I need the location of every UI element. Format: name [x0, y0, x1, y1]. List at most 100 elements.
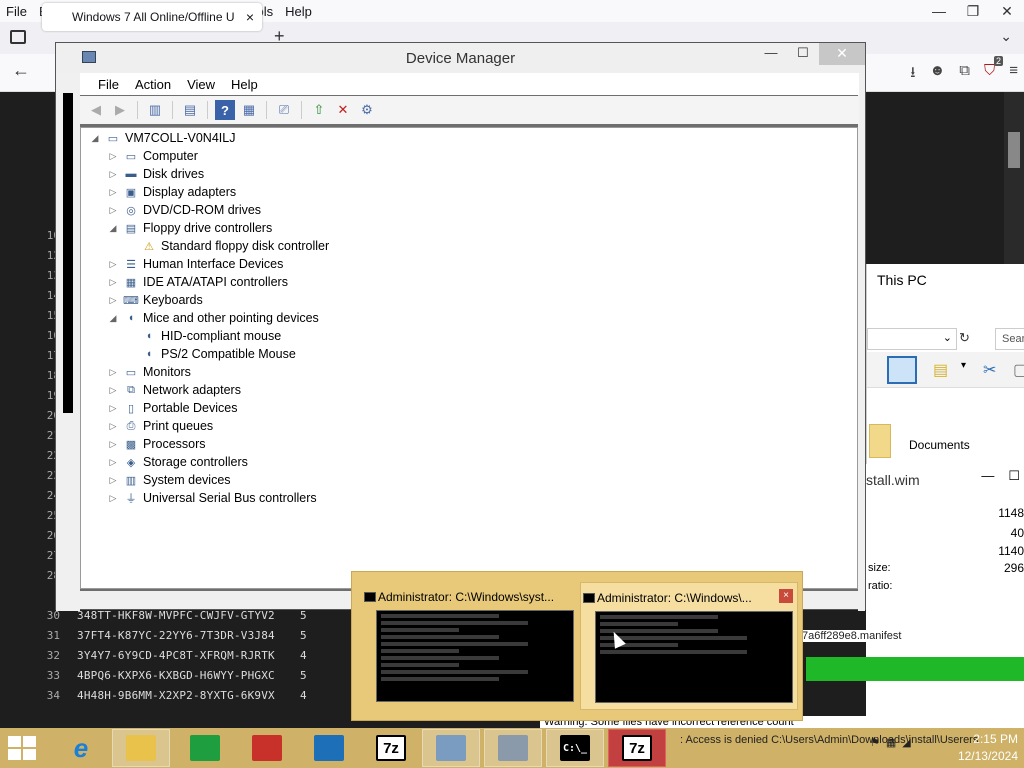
tree-category[interactable]: ▷ ▭ Monitors — [107, 363, 191, 381]
documents-label[interactable]: Documents — [909, 438, 970, 452]
extensions-icon[interactable]: ⧉ — [959, 62, 970, 87]
close-icon[interactable]: × — [779, 589, 793, 603]
taskbar-7zip[interactable]: 7z — [362, 729, 420, 767]
expand-icon[interactable]: ▷ — [107, 439, 119, 450]
close-button[interactable]: ✕ — [819, 43, 865, 65]
tree-category[interactable]: ◢ ▤ Floppy drive controllers — [107, 219, 273, 237]
menu-action[interactable]: Action — [127, 77, 179, 92]
chevron-down-icon[interactable]: ⌄ — [943, 331, 952, 344]
folder-options-icon[interactable]: ▤ — [933, 360, 948, 380]
taskbar-file-explorer[interactable] — [112, 729, 170, 767]
minimize-button[interactable]: — — [755, 43, 787, 65]
restore-button[interactable]: ❐ — [956, 0, 990, 22]
start-button[interactable] — [8, 736, 38, 762]
browser-tab[interactable]: Windows 7 All Online/Offline U × — [42, 3, 262, 31]
expand-icon[interactable]: ▷ — [107, 493, 119, 504]
maximize-button[interactable]: ☐ — [1008, 468, 1020, 484]
search-input[interactable]: Sear — [995, 328, 1024, 350]
taskbar-7zip-active[interactable]: 7z — [608, 729, 666, 767]
tree-category[interactable]: ▷ ▩ Processors — [107, 435, 206, 453]
scrollbar-thumb[interactable] — [1008, 132, 1020, 168]
menu-icon[interactable]: ≡ — [1009, 62, 1018, 87]
expand-icon[interactable]: ▷ — [107, 475, 119, 486]
close-button[interactable]: ✕ — [990, 0, 1024, 22]
flag-icon[interactable]: ⚑ — [870, 736, 880, 749]
menu-file[interactable]: File — [90, 77, 127, 92]
ublock-icon[interactable]: ⛉ 2 — [984, 56, 1003, 87]
collapse-icon[interactable]: ◢ — [107, 313, 119, 324]
address-bar[interactable]: ⌄ — [867, 328, 957, 350]
taskbar-command-prompt[interactable]: C:\_ — [546, 729, 604, 767]
expand-icon[interactable]: ▷ — [107, 403, 119, 414]
account-icon[interactable]: ☻ — [929, 62, 945, 87]
expand-icon[interactable]: ▷ — [107, 457, 119, 468]
collapse-icon[interactable]: ◢ — [107, 223, 119, 234]
tree-category[interactable]: ▷ ▭ Computer — [107, 147, 198, 165]
documents-folder-icon[interactable] — [869, 424, 891, 458]
menu-help[interactable]: Help — [223, 77, 266, 92]
tree-device[interactable]: ⚠ Standard floppy disk controller — [125, 237, 329, 255]
properties-icon[interactable]: ▤ — [180, 100, 200, 120]
menu-help[interactable]: Help — [279, 4, 318, 19]
chevron-down-icon[interactable]: ▾ — [961, 360, 966, 371]
taskbar-red-app[interactable] — [238, 729, 296, 767]
cut-icon[interactable]: ✂ — [983, 360, 996, 380]
help-icon[interactable]: ? — [215, 100, 235, 120]
back-arrow-icon[interactable]: ◀ — [86, 100, 106, 120]
preview-thumbnail[interactable] — [376, 610, 574, 702]
taskbar-device-manager[interactable] — [484, 729, 542, 767]
minimize-button[interactable]: — — [981, 468, 994, 484]
expand-icon[interactable]: ▷ — [107, 385, 119, 396]
clock[interactable]: 2:15 PM 12/13/2024 — [958, 731, 1018, 765]
title-bar[interactable]: Device Manager — ☐ ✕ — [56, 43, 865, 73]
tree-category[interactable]: ▷ ⏚ Universal Serial Bus controllers — [107, 489, 317, 507]
chevron-down-icon[interactable]: ⌄ — [1000, 28, 1012, 45]
tab-overview-icon[interactable] — [10, 30, 26, 44]
tree-category[interactable]: ▷ ▣ Display adapters — [107, 183, 237, 201]
collapse-icon[interactable]: ◢ — [89, 133, 101, 144]
expand-icon[interactable]: ▷ — [107, 259, 119, 270]
tree-category[interactable]: ▷ ▬ Disk drives — [107, 165, 205, 183]
back-button[interactable]: ← — [12, 60, 30, 81]
manifest-file[interactable]: 7a6ff289e8.manifest — [800, 630, 1024, 642]
scan-hardware-icon[interactable]: ⎚ — [274, 100, 294, 120]
downloads-icon[interactable]: ⭳ — [910, 62, 915, 87]
taskbar-internet-explorer[interactable]: e — [52, 729, 110, 767]
tree-category[interactable]: ▷ ⧉ Network adapters — [107, 381, 241, 399]
expand-icon[interactable]: ▷ — [107, 277, 119, 288]
expand-icon[interactable]: ▷ — [107, 169, 119, 180]
expand-icon[interactable]: ▷ — [107, 367, 119, 378]
tree-category[interactable]: ◢ ◖ Mice and other pointing devices — [107, 309, 319, 327]
expand-icon[interactable]: ▷ — [107, 205, 119, 216]
volume-icon[interactable]: ◢ — [902, 736, 910, 749]
tree-category[interactable]: ▷ ☰ Human Interface Devices — [107, 255, 284, 273]
network-icon[interactable]: ▦ — [886, 736, 896, 749]
tree-category[interactable]: ▷ ◈ Storage controllers — [107, 453, 248, 471]
taskbar-store[interactable] — [176, 729, 234, 767]
expand-icon[interactable]: ▷ — [107, 187, 119, 198]
taskbar-rdp-app[interactable] — [300, 729, 358, 767]
expand-icon[interactable]: ▷ — [107, 151, 119, 162]
enable-device-icon[interactable]: ⚙ — [357, 100, 377, 120]
preview-window[interactable]: Administrator: C:\Windows\syst... — [362, 582, 580, 710]
minimize-button[interactable]: — — [922, 0, 956, 22]
copy-icon[interactable]: ▢ — [1013, 360, 1024, 380]
show-hide-tree-icon[interactable]: ▥ — [145, 100, 165, 120]
menu-file[interactable]: File — [0, 4, 33, 19]
uninstall-device-icon[interactable]: ✕ — [333, 100, 353, 120]
tree-root[interactable]: ◢ ▭ VM7COLL-V0N4ILJ — [89, 129, 236, 147]
layout-pane-icon[interactable] — [887, 356, 917, 384]
tree-category[interactable]: ▷ ▥ System devices — [107, 471, 231, 489]
expand-icon[interactable]: ▷ — [107, 421, 119, 432]
tree-category[interactable]: ▷ ⌨ Keyboards — [107, 291, 203, 309]
taskbar-setup[interactable] — [422, 729, 480, 767]
tab-close-icon[interactable]: × — [246, 3, 254, 31]
menu-view[interactable]: View — [179, 77, 223, 92]
refresh-icon[interactable]: ↻ — [959, 330, 970, 346]
tree-device[interactable]: ◖ HID-compliant mouse — [125, 327, 282, 345]
preview-thumbnail[interactable] — [595, 611, 793, 703]
maximize-button[interactable]: ☐ — [787, 43, 819, 65]
forward-arrow-icon[interactable]: ▶ — [110, 100, 130, 120]
update-driver-icon[interactable]: ⇧ — [309, 100, 329, 120]
tree-category[interactable]: ▷ ◎ DVD/CD-ROM drives — [107, 201, 262, 219]
